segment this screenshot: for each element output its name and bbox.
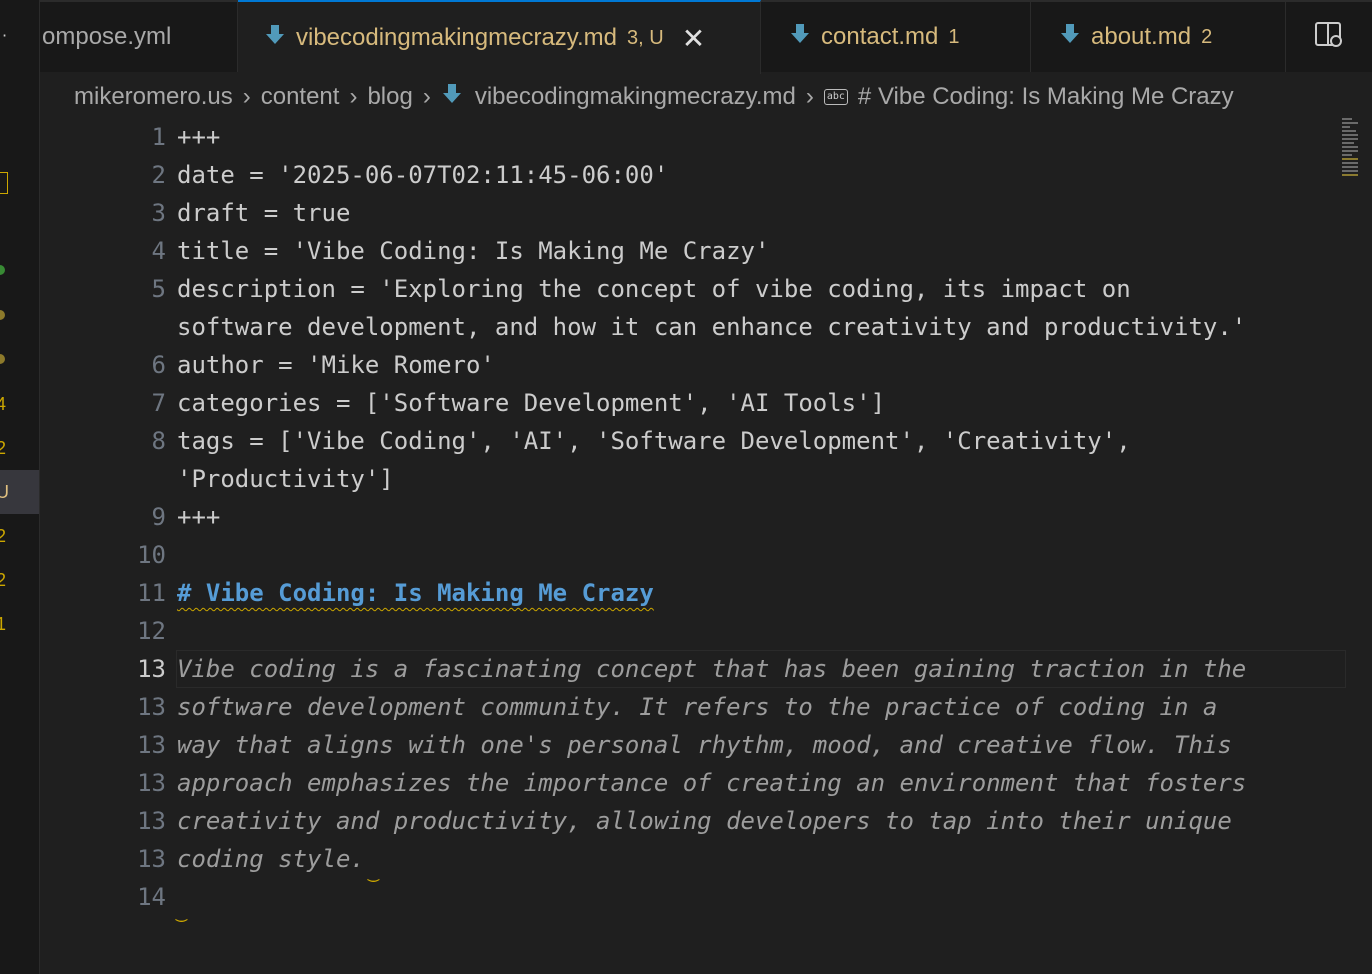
folder-icon (0, 172, 8, 194)
strip-marker: 2 (0, 438, 7, 458)
breadcrumb-item[interactable]: content (261, 83, 340, 111)
code-line: draft = true (177, 199, 351, 227)
line-number: 1 (151, 123, 166, 151)
split-editor-button[interactable] (1286, 2, 1372, 72)
line-number: 13 (137, 693, 166, 721)
paragraph-line: coding style. (177, 845, 365, 873)
strip-marker: 2 (0, 570, 7, 590)
chevron-right-icon: › (805, 83, 814, 110)
tab-label: about.md (1091, 23, 1192, 50)
status-dot-green (0, 265, 5, 275)
chevron-right-icon: › (349, 83, 358, 110)
code-line: +++ (177, 503, 221, 531)
line-number: 14 (137, 883, 166, 911)
breadcrumb-item[interactable]: mikeromero.us (74, 83, 233, 111)
split-editor-icon (1314, 21, 1344, 53)
tab-vibecodingmakingmecrazy-md[interactable]: vibecodingmakingmecrazy.md 3, U ✕ (238, 0, 761, 74)
breadcrumb-symbol[interactable]: # Vibe Coding: Is Making Me Crazy (858, 83, 1234, 111)
close-icon[interactable]: ✕ (682, 22, 705, 55)
paragraph-line: approach emphasizes the importance of cr… (177, 769, 1247, 797)
paragraph-line: creativity and productivity, allowing de… (177, 807, 1232, 835)
line-number: 7 (151, 389, 166, 417)
line-number: 6 (151, 351, 166, 379)
code-line: tags = ['Vibe Coding', 'AI', 'Software D… (177, 427, 1131, 455)
line-number: 13 (137, 731, 166, 759)
markdown-download-arrow-icon (264, 23, 286, 54)
string-symbol-icon: abc (823, 89, 848, 105)
breadcrumb-item[interactable]: blog (367, 83, 412, 111)
line-number: 12 (137, 617, 166, 645)
status-dot-yellow (0, 310, 5, 320)
tab-about-md[interactable]: about.md 2 (1031, 2, 1286, 72)
strip-marker: 4 (0, 394, 7, 414)
markdown-download-arrow-icon (1059, 22, 1081, 53)
breadcrumb-item[interactable]: vibecodingmakingmecrazy.md (475, 83, 796, 111)
markdown-download-arrow-icon (789, 22, 811, 53)
code-line-wrapped: 'Productivity'] (177, 465, 394, 493)
line-number: 9 (151, 503, 166, 531)
strip-marker: 2 (0, 526, 7, 546)
tab-label: contact.md (821, 23, 939, 50)
paragraph-line: software development community. It refer… (177, 693, 1218, 721)
line-number: 8 (151, 427, 166, 455)
code-line: description = 'Exploring the concept of … (177, 275, 1131, 303)
strip-marker: U (0, 482, 9, 502)
chevron-right-icon: › (422, 83, 431, 110)
markdown-heading: # Vibe Coding: Is Making Me Crazy (177, 579, 654, 607)
tab-label: vibecodingmakingmecrazy.md (296, 24, 618, 51)
code-line: +++ (177, 123, 221, 151)
line-number: 13 (137, 807, 166, 835)
tab-contact-md[interactable]: contact.md 1 (761, 2, 1031, 72)
paragraph-line: Vibe coding is a fascinating concept tha… (177, 655, 1247, 683)
vertical-scrollbar[interactable] (1360, 118, 1372, 974)
warning-squiggle-icon: ‿ (176, 902, 187, 923)
line-number: 4 (151, 237, 166, 265)
code-line-wrapped: software development, and how it can enh… (177, 313, 1247, 341)
line-number: 3 (151, 199, 166, 227)
strip-marker: 1 (0, 614, 7, 634)
code-editor[interactable]: 1 2 3 4 5 6 7 8 9 10 11 12 13 13 13 13 1… (40, 118, 1346, 974)
code-line: author = 'Mike Romero' (177, 351, 495, 379)
markdown-download-arrow-icon (441, 82, 463, 113)
paragraph-line: way that aligns with one's personal rhyt… (177, 731, 1232, 759)
code-line: title = 'Vibe Coding: Is Making Me Crazy… (177, 237, 770, 265)
line-number: 13 (137, 769, 166, 797)
tab-compose-yml[interactable]: ompose.yml (40, 2, 238, 72)
line-number-current: 13 (137, 655, 166, 683)
dots-icon: · (2, 26, 8, 45)
tab-bar: ompose.yml vibecodingmakingmecrazy.md 3,… (40, 0, 1372, 74)
breadcrumb: mikeromero.us › content › blog › vibecod… (74, 80, 1234, 114)
activity-strip: 4 2 U 2 2 1 · (0, 0, 40, 974)
line-number: 13 (137, 845, 166, 873)
tab-status: 2 (1201, 25, 1213, 48)
tab-label: ompose.yml (42, 23, 172, 50)
warning-squiggle-icon: ‿ (368, 862, 379, 883)
status-dot-yellow (0, 354, 5, 364)
tab-status: 1 (948, 25, 960, 48)
tab-status: 3, U (627, 26, 664, 49)
line-number: 5 (151, 275, 166, 303)
chevron-right-icon: › (242, 83, 251, 110)
line-number: 11 (137, 579, 166, 607)
code-line: categories = ['Software Development', 'A… (177, 389, 886, 417)
line-number: 10 (137, 541, 166, 569)
line-number: 2 (151, 161, 166, 189)
code-line: date = '2025-06-07T02:11:45-06:00' (177, 161, 669, 189)
minimap[interactable] (1342, 118, 1360, 208)
